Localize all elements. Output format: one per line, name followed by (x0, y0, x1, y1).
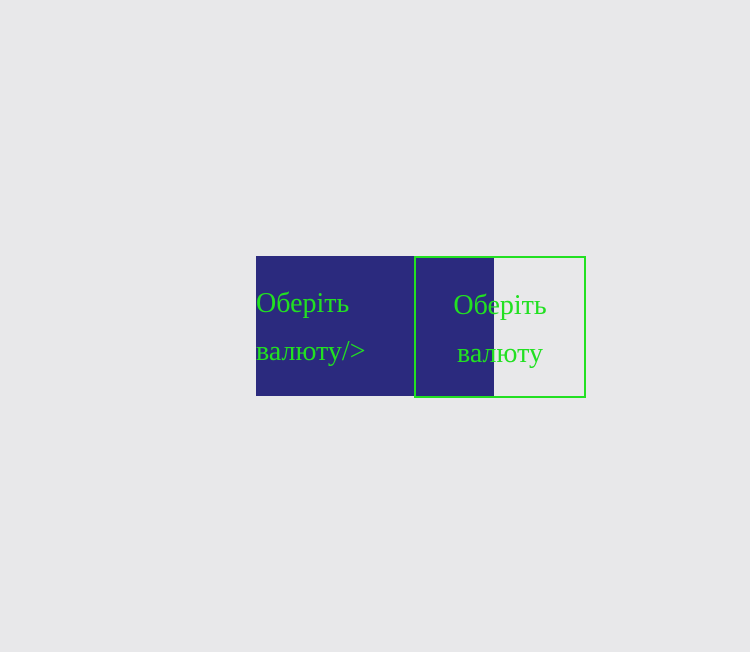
select-currency-line1: Оберіть (453, 290, 547, 321)
select-currency-line2: валюту (457, 338, 543, 369)
currency-label-line2: валюту/> (256, 336, 366, 367)
select-currency-button[interactable]: Оберіть валюту (414, 256, 586, 398)
select-currency-button-label: Оберіть валюту (416, 282, 584, 378)
currency-label-line1: Оберіть (256, 288, 350, 319)
currency-label-panel: Оберіть валюту/> (256, 256, 414, 396)
